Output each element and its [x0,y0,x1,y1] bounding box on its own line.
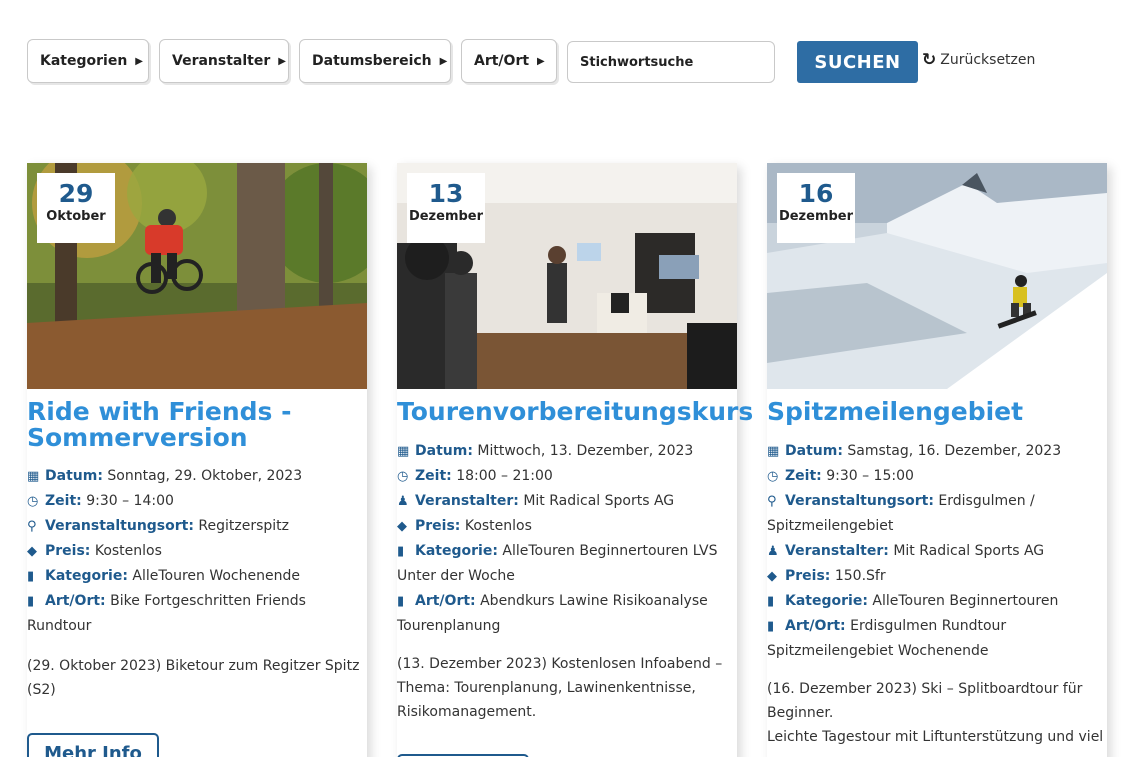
filter-kategorien-dropdown[interactable]: Kategorien ▶ [27,39,149,83]
calendar-icon: ▦ [27,469,40,484]
filter-datumsbereich-dropdown[interactable]: Datumsbereich ▶ [299,39,451,83]
calendar-icon: ▦ [397,444,410,459]
date-month: Dezember [778,209,854,224]
category-link[interactable]: Kategorie: [45,568,128,584]
filter-bar: Kategorien ▶ Veranstalter ▶ Datumsbereich ▶… [27,39,1107,85]
event-title-link[interactable]: Spitzmeilengebiet [767,399,1107,425]
category-link[interactable]: Kategorie: [415,543,498,559]
location-pin-icon: ⚲ [767,494,777,509]
event-card: 29 Oktober Ride with Friends - Sommerver… [27,163,367,757]
bookmark-icon: ▮ [767,619,775,634]
date-day: 29 [58,179,94,208]
date-day: 16 [798,179,834,208]
event-meta: ▦ Datum: Sonntag, 29. Oktober, 2023 ◷ Zeit… [27,464,367,639]
caret-right-icon: ▶ [537,55,545,67]
category-link[interactable]: Kategorie: [785,593,868,609]
event-title-link[interactable]: Ride with Friends - Sommerversion [27,399,367,451]
refresh-icon: ↻ [922,50,937,70]
date-badge: 16 Dezember [777,173,855,243]
event-description: (29. Oktober 2023) Biketour zum Regitzer… [27,658,360,698]
clock-icon: ◷ [27,494,39,509]
event-card: 13 Dezember Tourenvorbereitungskurs ▦ Dat… [397,163,753,757]
location-pin-icon: ⚲ [27,519,37,534]
date-month: Oktober [46,209,106,224]
event-meta: ▦ Datum: Samstag, 16. Dezember, 2023 ◷ Zei… [767,439,1107,664]
search-button[interactable]: SUCHEN [797,41,918,83]
caret-right-icon: ▶ [439,55,448,67]
date-day: 13 [428,179,464,208]
price-tag-icon: ◆ [767,569,777,584]
filter-veranstalter-dropdown[interactable]: Veranstalter ▶ [159,39,289,83]
user-icon: ♟ [397,494,409,509]
caret-right-icon: ▶ [278,55,286,67]
clock-icon: ◷ [767,469,779,484]
bookmark-icon: ▮ [767,594,775,609]
date-badge: 13 Dezember [407,173,485,243]
date-badge: 29 Oktober [37,173,115,243]
filter-art-ort-dropdown[interactable]: Art/Ort ▶ [461,39,557,83]
bookmark-icon: ▮ [397,594,405,609]
event-card: 16 Dezember Spitzmeilengebiet ▦ Datum: Sa… [767,163,1107,757]
bookmark-icon: ▮ [27,569,35,584]
event-description: (13. Dezember 2023) Kostenlosen Infoaben… [397,656,723,720]
price-tag-icon: ◆ [397,519,407,534]
bookmark-icon: ▮ [27,594,35,609]
bookmark-icon: ▮ [397,544,405,559]
event-meta: ▦ Datum: Mittwoch, 13. Dezember, 2023 ◷ Ze… [397,439,737,639]
more-info-button[interactable]: Mehr Info [27,733,159,757]
caret-right-icon: ▶ [135,55,143,67]
calendar-icon: ▦ [767,444,780,459]
event-image-shop[interactable]: 13 Dezember [397,163,737,389]
reset-link[interactable]: ↻ Zurücksetzen [922,50,1035,70]
keyword-search-input[interactable] [567,41,775,83]
price-tag-icon: ◆ [27,544,37,559]
event-title-link[interactable]: Tourenvorbereitungskurs [397,399,753,425]
event-description: (16. Dezember 2023) Ski – Splitboardtour… [767,681,1104,745]
clock-icon: ◷ [397,469,409,484]
date-month: Dezember [408,209,484,224]
event-image-bike[interactable]: 29 Oktober [27,163,367,389]
event-image-snowboard[interactable]: 16 Dezember [767,163,1107,389]
user-icon: ♟ [767,544,779,559]
